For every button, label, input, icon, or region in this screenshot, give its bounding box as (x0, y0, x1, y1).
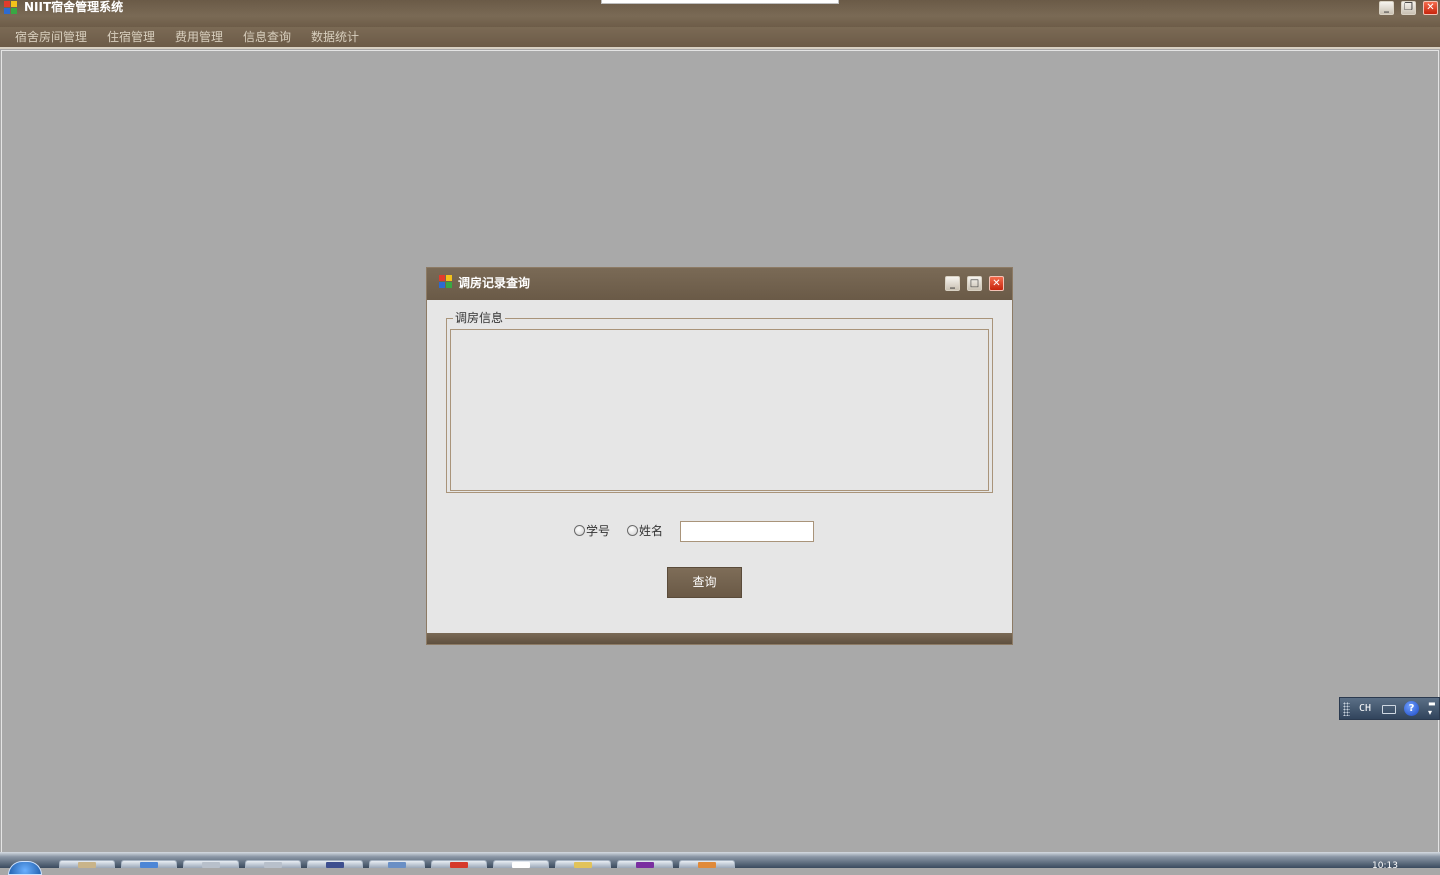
app-icon (512, 862, 530, 868)
menu-accommodation-management[interactable]: 住宿管理 (107, 29, 155, 45)
ime-options-icon[interactable]: ▬ ▾ (1428, 699, 1436, 717)
app-icon (574, 862, 592, 868)
restore-button[interactable]: ❐ (1401, 1, 1416, 15)
taskbar-button[interactable] (59, 860, 115, 868)
close-button[interactable]: ✕ (1423, 1, 1438, 15)
taskbar-button[interactable] (121, 860, 177, 868)
app-icon (636, 862, 654, 868)
app-icon (264, 862, 282, 868)
radio-name[interactable]: 姓名 (627, 522, 663, 539)
start-button[interactable] (8, 861, 42, 875)
menu-fee-management[interactable]: 费用管理 (175, 29, 223, 45)
ime-language-indicator[interactable]: CH (1359, 702, 1371, 716)
search-input[interactable] (680, 521, 814, 542)
app-icon (388, 862, 406, 868)
restore-icon: ❐ (1404, 2, 1413, 13)
menu-info-query[interactable]: 信息查询 (243, 29, 291, 45)
app-icon (78, 862, 96, 868)
radio-circle-icon (574, 525, 585, 536)
taskbar-button[interactable] (493, 860, 549, 868)
query-button[interactable]: 查询 (667, 567, 742, 598)
maximize-icon: □ (969, 278, 980, 289)
radio-circle-icon (627, 525, 638, 536)
taskbar: 10:13 (0, 852, 1440, 875)
radio-student-id[interactable]: 学号 (574, 522, 610, 539)
taskbar-button[interactable] (183, 860, 239, 868)
menu-dorm-room-management[interactable]: 宿舍房间管理 (15, 29, 87, 45)
app-icon (450, 862, 468, 868)
dialog-title: 调房记录查询 (458, 276, 531, 290)
app-icon (326, 862, 344, 868)
radio-student-id-label: 学号 (586, 524, 611, 538)
room-change-info-group: 调房信息 (446, 311, 993, 493)
app-icon (202, 862, 220, 868)
dialog-maximize-button[interactable]: □ (967, 276, 982, 291)
radio-name-label: 姓名 (639, 524, 664, 538)
dialog-title-bar[interactable]: 调房记录查询 _ □ ✕ (427, 268, 1012, 300)
taskbar-button[interactable] (679, 860, 735, 868)
taskbar-button[interactable] (245, 860, 301, 868)
taskbar-button[interactable] (431, 860, 487, 868)
top-notification-strip (601, 0, 839, 4)
taskbar-button[interactable] (617, 860, 673, 868)
window-title: NIIT宿舍管理系统 (24, 0, 124, 14)
minimize-icon: _ (950, 278, 955, 289)
dialog-close-button[interactable]: ✕ (989, 276, 1004, 291)
dialog-minimize-button[interactable]: _ (945, 276, 960, 291)
room-change-query-dialog: 调房记录查询 _ □ ✕ 调房信息 学号 姓名 查询 (426, 267, 1013, 645)
menu-bar: 宿舍房间管理 住宿管理 费用管理 信息查询 数据统计 (0, 27, 1440, 49)
app-icon (140, 862, 158, 868)
taskbar-button[interactable] (369, 860, 425, 868)
menu-data-statistics[interactable]: 数据统计 (311, 29, 359, 45)
ime-language-bar[interactable]: CH ? ▬ ▾ (1339, 697, 1440, 720)
grip-icon[interactable] (1343, 702, 1350, 716)
close-icon: ✕ (1426, 2, 1435, 13)
taskbar-clock[interactable]: 10:13 (1372, 862, 1398, 871)
minimize-button[interactable]: _ (1379, 1, 1394, 15)
group-title: 调房信息 (453, 311, 506, 325)
help-icon[interactable]: ? (1404, 701, 1419, 716)
main-title-bar: NIIT宿舍管理系统 _ ❐ ✕ (0, 0, 1440, 27)
taskbar-button[interactable] (307, 860, 363, 868)
close-icon: ✕ (992, 278, 1001, 289)
app-window: NIIT宿舍管理系统 _ ❐ ✕ 宿舍房间管理 住宿管理 费用管理 信息查询 数… (0, 0, 1440, 875)
room-change-records-grid[interactable] (450, 329, 989, 491)
minimize-icon: _ (1384, 2, 1389, 13)
dialog-footer-bar (427, 633, 1012, 644)
keyboard-icon[interactable] (1382, 705, 1396, 714)
dialog-logo-icon (439, 275, 453, 289)
app-icon (698, 862, 716, 868)
app-logo-icon (4, 1, 18, 15)
taskbar-button[interactable] (555, 860, 611, 868)
